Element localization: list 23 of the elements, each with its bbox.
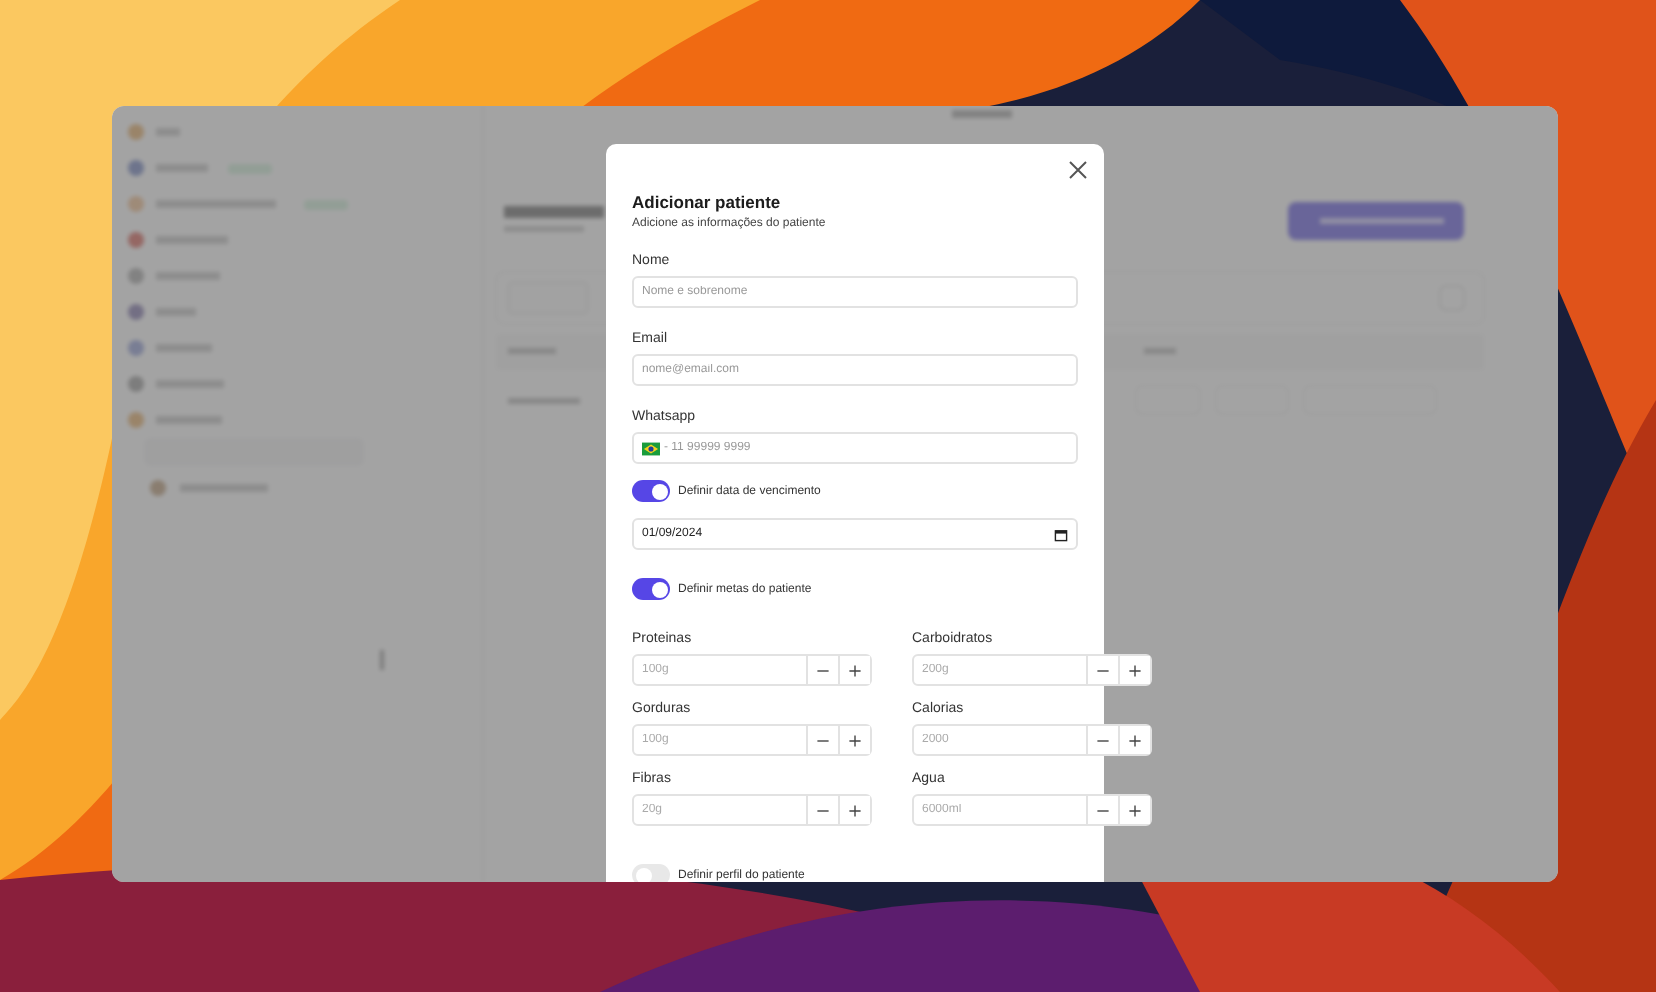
toggle-switch[interactable]	[632, 578, 670, 600]
plus-icon	[848, 663, 862, 677]
plus-icon	[1128, 663, 1142, 677]
plus-icon	[848, 733, 862, 747]
toggle-switch[interactable]	[632, 864, 670, 882]
decrement-button[interactable]	[1086, 656, 1118, 684]
increment-button[interactable]	[838, 726, 870, 754]
increment-button[interactable]	[838, 656, 870, 684]
increment-button[interactable]	[838, 796, 870, 824]
decrement-button[interactable]	[1086, 726, 1118, 754]
increment-button[interactable]	[1118, 796, 1150, 824]
increment-button[interactable]	[1118, 726, 1150, 754]
flag-icon	[642, 441, 660, 455]
dialog-title: Adicionar patiente	[632, 192, 783, 212]
close-icon	[1068, 160, 1088, 180]
calendar-icon	[1054, 527, 1068, 541]
plus-icon	[1128, 803, 1142, 817]
increment-button[interactable]	[1118, 656, 1150, 684]
plus-icon	[848, 803, 862, 817]
plus-icon	[1128, 733, 1142, 747]
close-button[interactable]	[1068, 160, 1088, 180]
toggle-switch[interactable]	[632, 480, 670, 502]
decrement-button[interactable]	[1086, 796, 1118, 824]
